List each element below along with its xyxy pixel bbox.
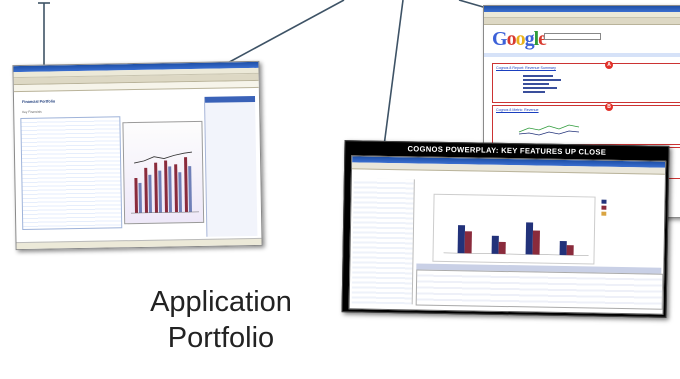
slide-caption: Application Portfolio (121, 284, 321, 356)
badge-a: A (605, 61, 613, 69)
excel-sheet-title: Financial Portfolio (22, 99, 56, 105)
caption-line-2: Portfolio (167, 322, 275, 354)
excel-data-grid (20, 116, 123, 231)
cognos-legend (601, 199, 641, 218)
google-search-input[interactable] (544, 33, 601, 40)
result-card-a: A Cognos 8 Report: Revenue Summary (492, 61, 680, 103)
connector-to-excel (221, 0, 345, 67)
excel-chart-graphic (131, 151, 199, 214)
cognos-chart-graphic (443, 222, 589, 256)
cognos-legend-swatches (601, 199, 607, 216)
result-card-b: B Cognos 8 Metric: Revenue (492, 103, 680, 145)
caption-line-1: Application (150, 286, 292, 318)
cognos-window (348, 155, 667, 315)
excel-bar-chart (122, 120, 205, 225)
excel-task-pane (203, 95, 258, 237)
cognos-screenshot: COGNOS POWERPLAY: KEY FEATURES UP CLOSE (341, 140, 670, 318)
cognos-bar-chart (432, 193, 596, 265)
excel-task-pane-header (204, 95, 256, 103)
connector-to-cognos (383, 0, 404, 147)
google-results-bar (484, 53, 680, 57)
excel-sheet-subtitle: Key Financials (22, 109, 42, 115)
card-a-bars (523, 75, 561, 93)
result-card-b-title[interactable]: Cognos 8 Metric: Revenue (496, 108, 539, 112)
excel-screenshot: Financial Portfolio Key Financials (12, 60, 263, 251)
card-b-sparkline (518, 124, 580, 136)
cognos-dimension-tree[interactable] (351, 178, 415, 305)
result-card-a-title[interactable]: Cognos 8 Report: Revenue Summary (496, 66, 556, 70)
google-logo: Google (492, 28, 547, 50)
browser-toolbar (484, 18, 680, 25)
cognos-crosstab (415, 269, 664, 310)
badge-b: B (605, 103, 613, 111)
